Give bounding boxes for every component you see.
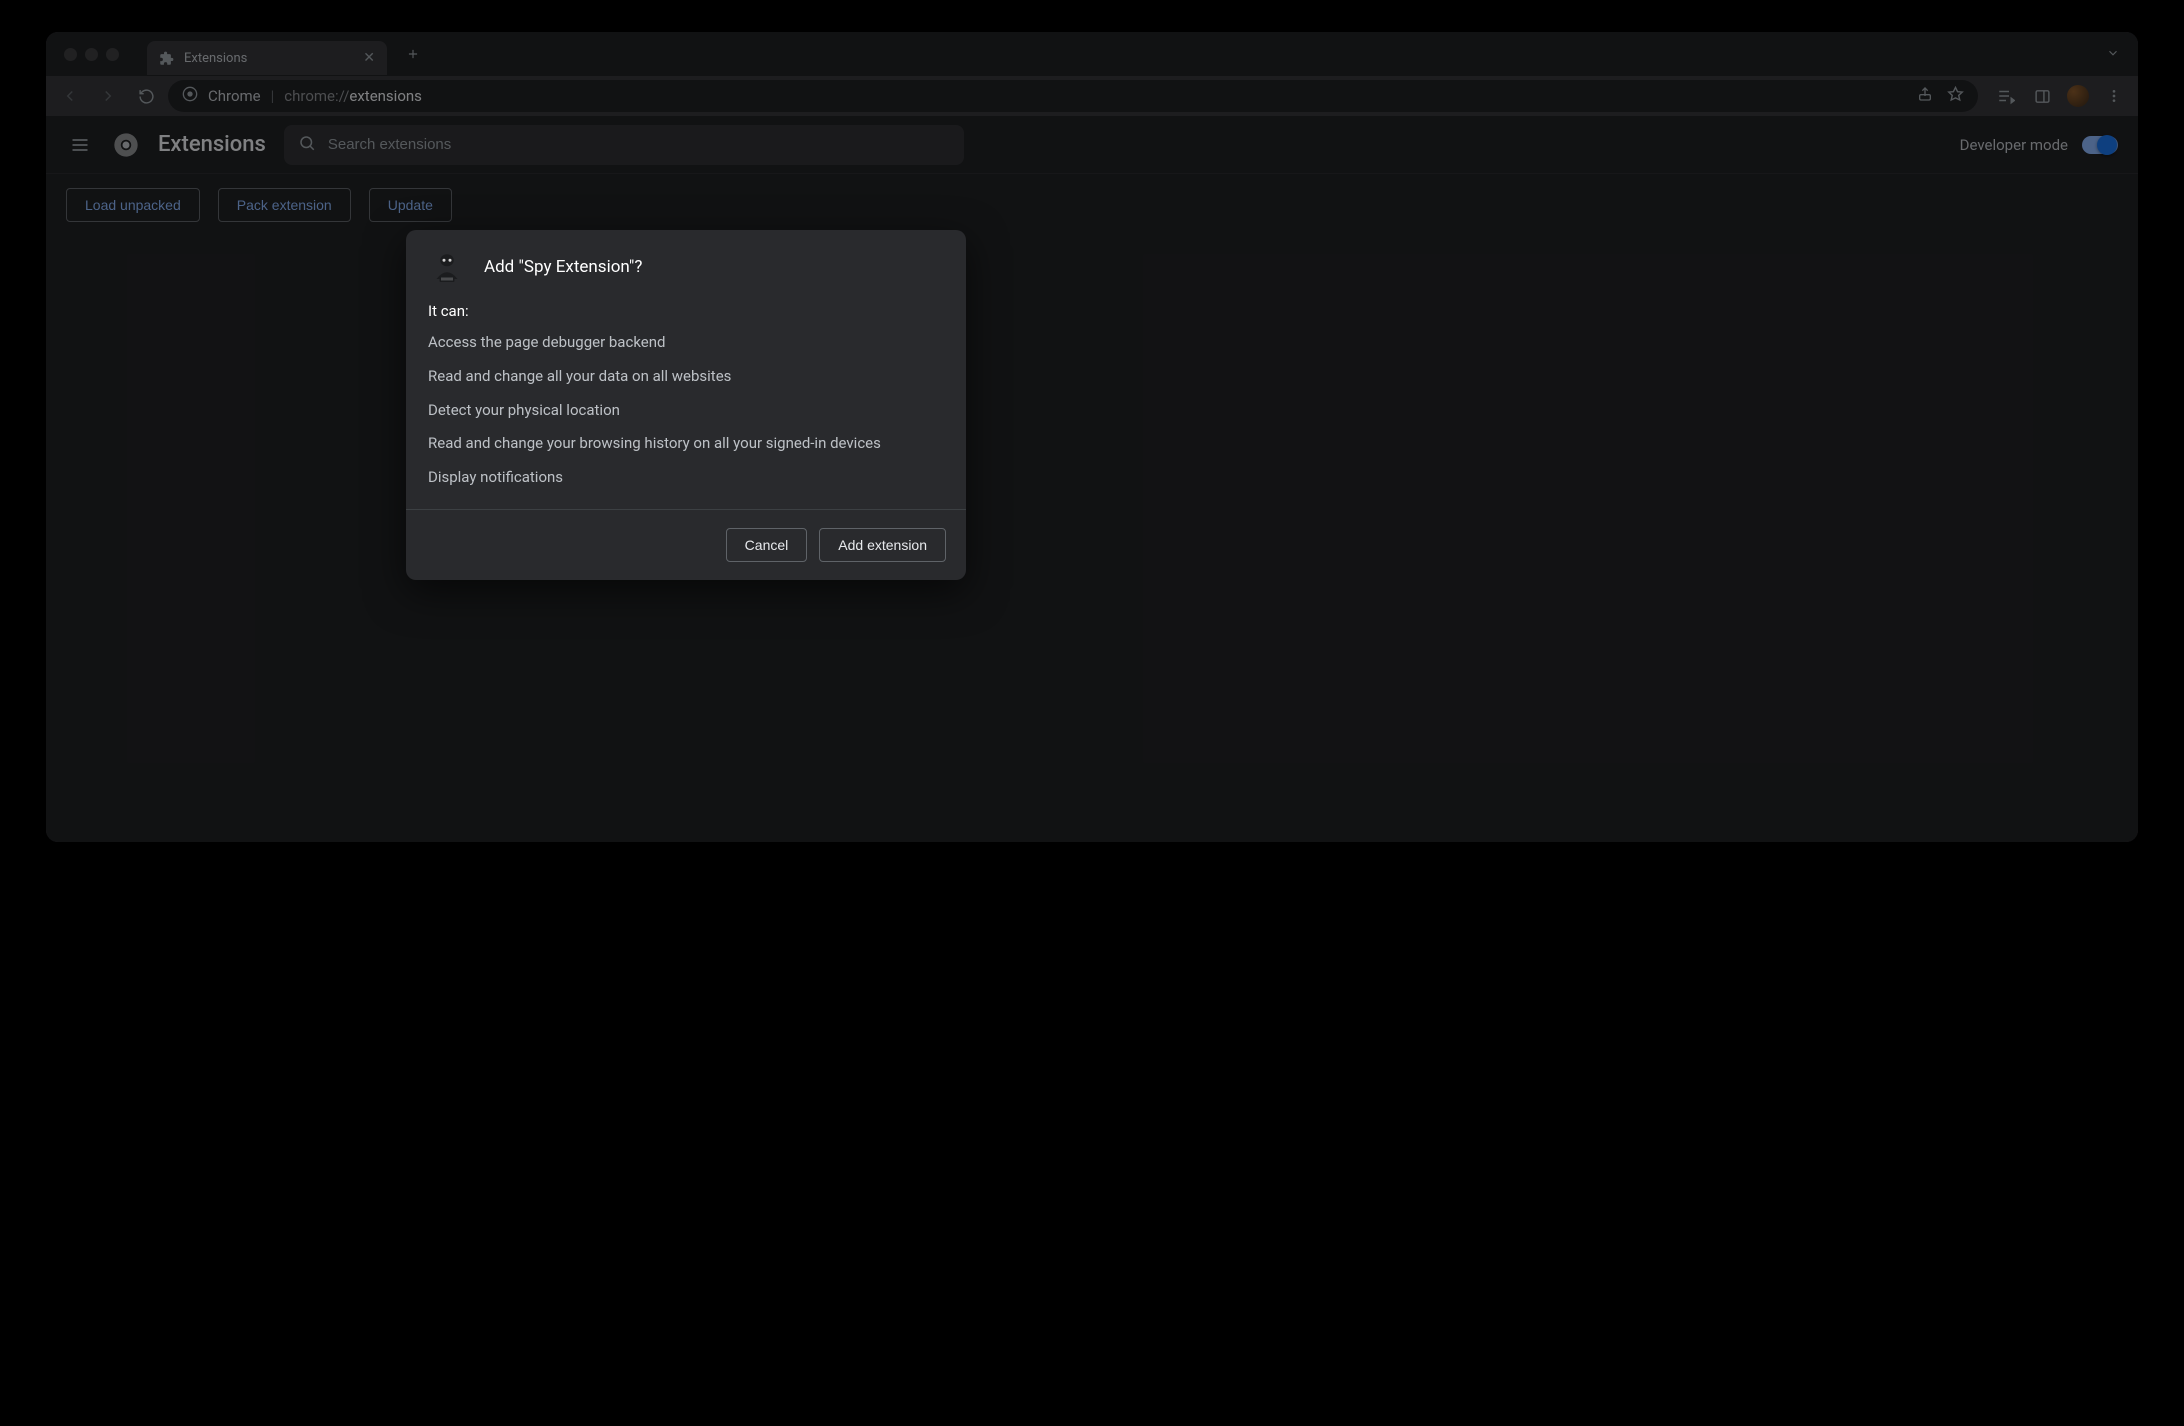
bookmark-icon[interactable] — [1947, 86, 1964, 107]
permission-list: Access the page debugger backend Read an… — [428, 332, 944, 489]
new-tab-button[interactable] — [399, 40, 427, 68]
permission-item: Read and change all your data on all web… — [428, 366, 944, 388]
dialog-footer: Cancel Add extension — [406, 509, 966, 580]
update-button[interactable]: Update — [369, 188, 452, 222]
site-info-icon[interactable] — [182, 86, 198, 106]
search-input[interactable] — [328, 136, 950, 153]
add-extension-button[interactable]: Add extension — [819, 528, 946, 562]
playlist-icon[interactable] — [1990, 80, 2022, 112]
extension-icon — [428, 248, 466, 286]
side-panel-icon[interactable] — [2026, 80, 2058, 112]
page-title: Extensions — [158, 132, 266, 157]
developer-mode-label: Developer mode — [1960, 136, 2068, 154]
dialog-body: It can: Access the page debugger backend… — [406, 296, 966, 509]
load-unpacked-button[interactable]: Load unpacked — [66, 188, 200, 222]
forward-button[interactable] — [92, 80, 124, 112]
permission-item: Detect your physical location — [428, 400, 944, 422]
reload-button[interactable] — [130, 80, 162, 112]
hamburger-menu-icon[interactable] — [66, 131, 94, 159]
content-area — [46, 236, 2138, 842]
dialog-header: Add "Spy Extension"? — [406, 230, 966, 296]
capabilities-label: It can: — [428, 302, 944, 320]
window-close-button[interactable] — [64, 48, 77, 61]
omnibox-product: Chrome — [208, 87, 261, 105]
omnibox[interactable]: Chrome | chrome://extensions — [168, 80, 1978, 112]
permission-item: Display notifications — [428, 467, 944, 489]
profile-avatar[interactable] — [2062, 80, 2094, 112]
browser-tab[interactable]: Extensions ✕ — [147, 41, 387, 75]
dialog-title: Add "Spy Extension"? — [484, 257, 642, 277]
share-icon[interactable] — [1917, 86, 1933, 106]
tab-strip: Extensions ✕ — [46, 32, 2138, 76]
omnibox-url: chrome://extensions — [284, 87, 422, 105]
permission-item: Access the page debugger backend — [428, 332, 944, 354]
close-tab-button[interactable]: ✕ — [363, 50, 375, 66]
puzzle-icon — [159, 51, 174, 66]
back-button[interactable] — [54, 80, 86, 112]
window-maximize-button[interactable] — [106, 48, 119, 61]
tab-title: Extensions — [184, 51, 247, 66]
toolbar: Chrome | chrome://extensions — [46, 76, 2138, 116]
tab-overflow-button[interactable] — [2106, 45, 2120, 64]
install-dialog: Add "Spy Extension"? It can: Access the … — [406, 230, 966, 580]
chrome-logo-icon — [112, 131, 140, 159]
permission-item: Read and change your browsing history on… — [428, 433, 944, 455]
search-icon — [298, 134, 316, 156]
window-minimize-button[interactable] — [85, 48, 98, 61]
cancel-button[interactable]: Cancel — [726, 528, 808, 562]
kebab-menu-icon[interactable] — [2098, 80, 2130, 112]
developer-mode-toggle[interactable] — [2082, 136, 2118, 154]
actions-row: Load unpacked Pack extension Update — [46, 174, 2138, 236]
pack-extension-button[interactable]: Pack extension — [218, 188, 351, 222]
app-bar: Extensions Developer mode — [46, 116, 2138, 174]
browser-window: Extensions ✕ Chrome | chrome://extensio — [46, 32, 2138, 842]
traffic-lights — [64, 48, 119, 61]
omnibox-separator: | — [271, 87, 275, 105]
developer-mode-section: Developer mode — [1960, 136, 2118, 154]
search-container[interactable] — [284, 125, 964, 165]
